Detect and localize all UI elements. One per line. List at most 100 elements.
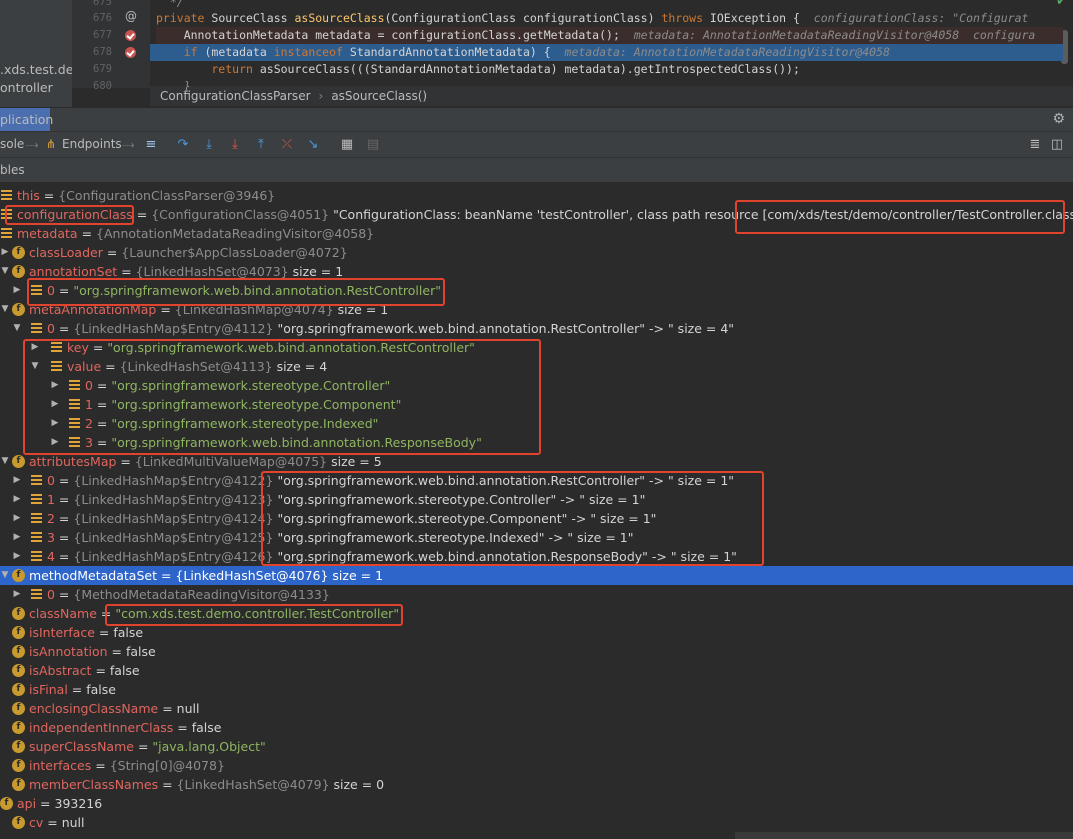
field-icon: f xyxy=(12,683,25,696)
gear-icon[interactable]: ⚙ xyxy=(1052,111,1065,127)
variable-name: memberClassNames xyxy=(29,777,159,792)
highlight-annotation-set xyxy=(27,278,445,306)
trace-icon[interactable]: ▤ xyxy=(364,136,382,154)
collapsed-arrow-icon[interactable]: ▶ xyxy=(12,585,22,604)
code-token: private xyxy=(156,11,212,25)
highlight-class-name xyxy=(105,604,403,626)
variable-row[interactable]: f enclosingClassName = null xyxy=(0,699,1073,718)
code-line[interactable]: private SourceClass asSourceClass(Config… xyxy=(156,10,1063,27)
variable-text: superClassName = "java.lang.Object" xyxy=(29,737,266,756)
variable-type: {ConfigurationClassParser@3946} xyxy=(58,188,276,203)
project-item[interactable]: .xds.test.de xyxy=(0,62,72,77)
console-tab[interactable]: sole xyxy=(0,137,24,151)
collapsed-arrow-icon[interactable]: ▶ xyxy=(12,528,22,547)
variable-row[interactable]: ▶ f classLoader = {Launcher$AppClassLoader… xyxy=(0,243,1073,262)
equals-sign: = xyxy=(133,739,153,754)
variable-row[interactable]: ▼ f methodMetadataSet = {LinkedHashSet@407… xyxy=(0,566,1073,585)
expanded-arrow-icon[interactable]: ▼ xyxy=(0,262,10,281)
variable-name: attributesMap xyxy=(29,454,117,469)
project-item[interactable]: ontroller xyxy=(0,80,53,95)
drop-frame-icon[interactable]: ⤫ xyxy=(278,136,296,154)
equals-sign: = xyxy=(54,492,74,507)
variable-row[interactable]: f isFinal = false xyxy=(0,680,1073,699)
variables-tree[interactable]: this = {ConfigurationClassParser@3946} co… xyxy=(0,186,1073,839)
code-line[interactable]: return asSourceClass(((StandardAnnotatio… xyxy=(156,61,1063,78)
collapsed-arrow-icon[interactable]: ▶ xyxy=(12,509,22,528)
force-step-into-icon[interactable]: ⤓ xyxy=(226,136,244,154)
variable-row[interactable]: ▶ 0 = {MethodMetadataReadingVisitor@4133} xyxy=(0,585,1073,604)
variable-value: null xyxy=(176,701,200,716)
code-editor[interactable]: .xds.test.de ontroller 675 676 677 678 679 68… xyxy=(0,0,1073,107)
variable-name: 3 xyxy=(47,530,55,545)
debug-tab-label[interactable]: plication xyxy=(0,112,53,127)
variable-text: 0 = {LinkedHashMap$Entry@4112} "org.spri… xyxy=(47,319,734,338)
code-line[interactable]: } xyxy=(156,78,1063,95)
variable-row[interactable]: f interfaces = {String[0]@4078} xyxy=(0,756,1073,775)
variable-row[interactable]: f api = 393216 xyxy=(0,794,1073,813)
equals-sign: = xyxy=(157,568,176,583)
highlight-configurationClass xyxy=(5,205,134,225)
expanded-arrow-icon[interactable]: ▼ xyxy=(0,452,10,471)
code-token: configurationClass: "Configurat xyxy=(813,11,1029,25)
collapsed-arrow-icon[interactable]: ▶ xyxy=(0,243,10,262)
expanded-arrow-icon[interactable]: ▼ xyxy=(0,300,10,319)
variable-row[interactable]: f independentInnerClass = false xyxy=(0,718,1073,737)
variable-row[interactable]: ▼ 0 = {LinkedHashMap$Entry@4112} "org.spr… xyxy=(0,319,1073,338)
expanded-arrow-icon[interactable]: ▼ xyxy=(12,319,22,338)
variable-type: {MethodMetadataReadingVisitor@4133} xyxy=(73,587,330,602)
horizontal-scrollbar[interactable] xyxy=(735,832,1073,839)
variable-value: false xyxy=(125,644,156,659)
variable-type: {ConfigurationClass@4051} xyxy=(151,207,330,222)
collapsed-arrow-icon[interactable]: ▶ xyxy=(12,471,22,490)
variable-row[interactable]: f isAbstract = false xyxy=(0,661,1073,680)
breakpoint-icon[interactable] xyxy=(125,30,136,41)
threads-icon[interactable]: ≡ xyxy=(142,136,160,154)
collapsed-arrow-icon[interactable]: ▶ xyxy=(12,281,22,300)
field-icon: f xyxy=(12,816,25,829)
equals-sign: = xyxy=(94,625,114,640)
breakpoint-icon[interactable] xyxy=(125,47,136,58)
variable-text: isFinal = false xyxy=(29,680,116,699)
pin-icon[interactable]: ⤏ xyxy=(122,137,134,152)
equals-sign: = xyxy=(158,777,177,792)
restore-layout-icon[interactable]: ◫ xyxy=(1048,136,1066,154)
variable-name: 0 xyxy=(47,587,55,602)
variable-name: annotationSet xyxy=(29,264,118,279)
evaluate-icon[interactable]: ▦ xyxy=(338,136,356,154)
variable-name: isAnnotation xyxy=(29,644,108,659)
expanded-arrow-icon[interactable]: ▼ xyxy=(0,566,10,585)
variable-name: 0 xyxy=(47,321,55,336)
field-icon: f xyxy=(12,303,25,316)
current-line-marker xyxy=(150,44,156,61)
variable-name: classLoader xyxy=(29,245,103,260)
endpoints-icon: ⋔ xyxy=(46,137,57,151)
field-icon: f xyxy=(12,721,25,734)
pin-icon[interactable]: ⤏ xyxy=(26,137,38,152)
code-line[interactable]: AnnotationMetadata metadata = configurat… xyxy=(156,27,1063,44)
variable-row[interactable]: f memberClassNames = {LinkedHashSet@4079}… xyxy=(0,775,1073,794)
step-into-icon[interactable]: ⤓ xyxy=(200,136,218,154)
code-token: throws xyxy=(661,11,710,25)
line-number: 680 xyxy=(93,80,112,92)
step-out-icon[interactable]: ⤒ xyxy=(252,136,270,154)
line-number: 676 xyxy=(93,12,112,24)
endpoints-tab[interactable]: Endpoints xyxy=(62,137,122,151)
variable-row[interactable]: f superClassName = "java.lang.Object" xyxy=(0,737,1073,756)
field-icon: f xyxy=(12,778,25,791)
collapsed-arrow-icon[interactable]: ▶ xyxy=(12,547,22,566)
variable-value: size = 0 xyxy=(329,777,385,792)
variable-text: 0 = {MethodMetadataReadingVisitor@4133} xyxy=(47,585,330,604)
highlight-meta-annotation-values xyxy=(23,339,541,455)
variable-name: className xyxy=(29,606,97,621)
run-to-cursor-icon[interactable]: ↘ xyxy=(304,136,322,154)
override-icon[interactable]: @ xyxy=(124,9,138,23)
collapsed-arrow-icon[interactable]: ▶ xyxy=(12,490,22,509)
layout-icon[interactable]: ≣ xyxy=(1026,136,1044,154)
variable-text: isAbstract = false xyxy=(29,661,140,680)
field-icon: f xyxy=(12,569,25,582)
code-line[interactable]: if (metadata instanceof StandardAnnotati… xyxy=(156,44,1063,61)
variable-row[interactable]: f isAnnotation = false xyxy=(0,642,1073,661)
variable-icon xyxy=(30,493,43,506)
step-over-icon[interactable]: ↷ xyxy=(174,136,192,154)
variable-row[interactable]: f cv = null xyxy=(0,813,1073,832)
